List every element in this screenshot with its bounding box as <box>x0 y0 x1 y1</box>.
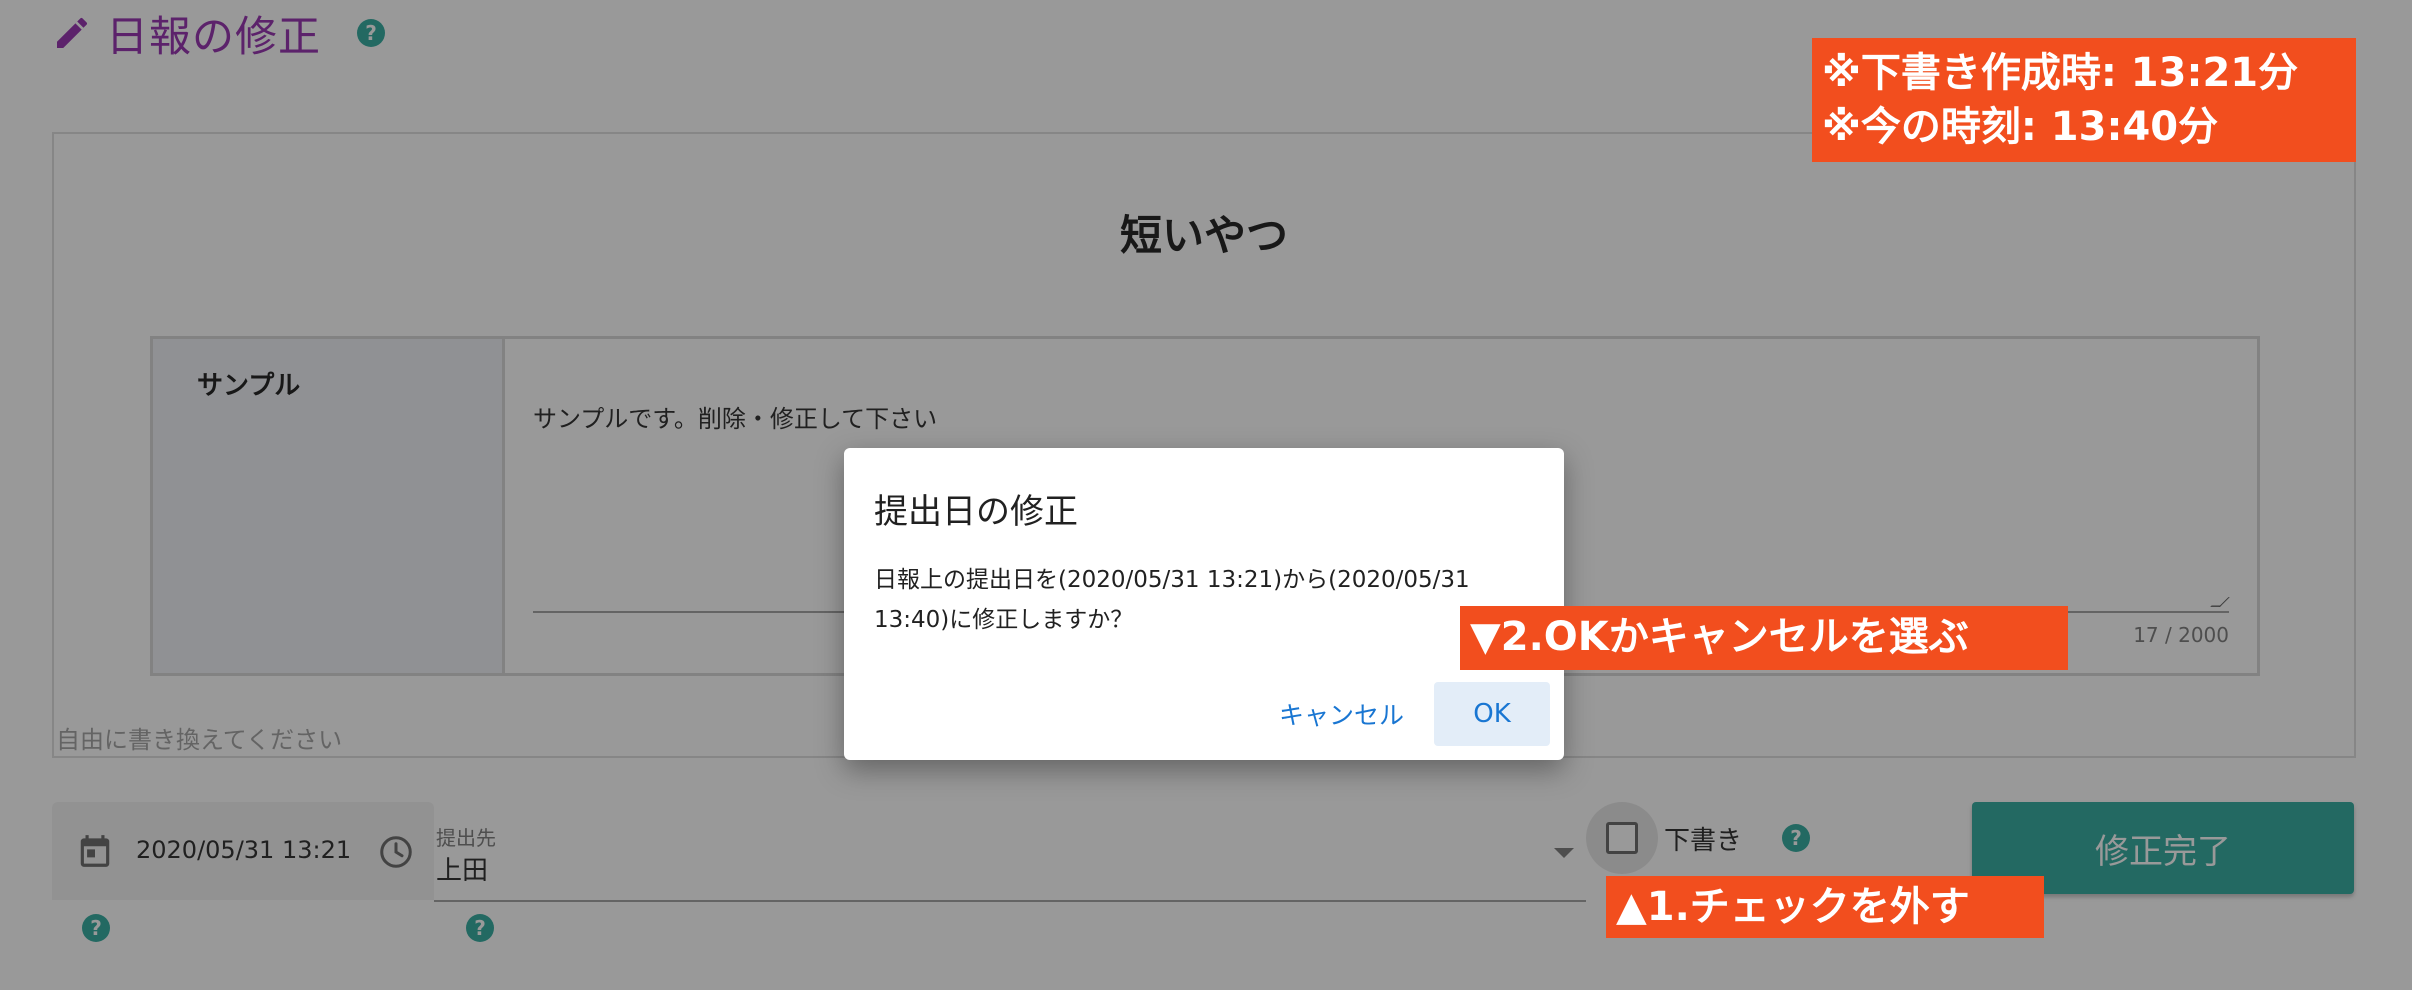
draft-time-note: ※下書き作成時: 13:21分 <box>1822 50 2299 96</box>
dialog-body-line: 13:40)に修正しますか？ <box>874 607 1134 633</box>
dialog-actions: キャンセル OK <box>1279 682 1550 746</box>
page: 日報の修正 ? 短いやつ サンプル サンプルです。削除・修正して下さい 17 /… <box>0 0 2412 990</box>
choose-annotation: ▼2.OKかキャンセルを選ぶ <box>1460 606 2068 670</box>
dialog-title: 提出日の修正 <box>874 492 1078 532</box>
now-time-note: ※今の時刻: 13:40分 <box>1822 104 2219 150</box>
cancel-button[interactable]: キャンセル <box>1279 682 1404 746</box>
ok-button[interactable]: OK <box>1434 682 1550 746</box>
dialog-body-line: 日報上の提出日を(2020/05/31 13:21)から(2020/05/31 <box>874 567 1470 593</box>
time-annotation: ※下書き作成時: 13:21分 ※今の時刻: 13:40分 <box>1812 38 2356 162</box>
uncheck-annotation: ▲1.チェックを外す <box>1606 876 2044 938</box>
dialog-body: 日報上の提出日を(2020/05/31 13:21)から(2020/05/31 … <box>874 560 1514 640</box>
date-change-dialog: 提出日の修正 日報上の提出日を(2020/05/31 13:21)から(2020… <box>844 448 1564 760</box>
